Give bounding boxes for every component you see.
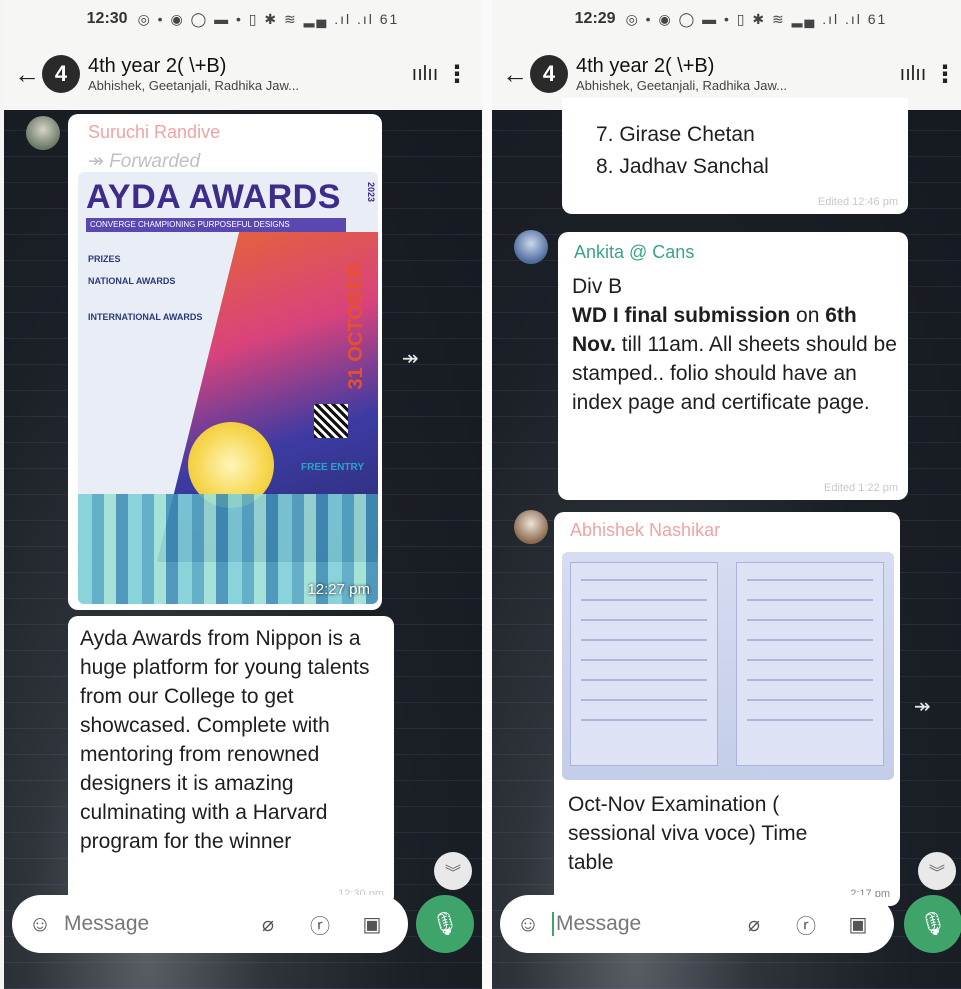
poster-tagline: CONVERGE CHAMPIONING PURPOSEFUL DESIGNS [86,218,346,232]
camera-icon[interactable]: ▣ [346,912,398,937]
chat-header: ← 4 4th year 2( \+B) Abhishek, Geetanjal… [4,38,482,110]
mic-button[interactable]: 🎙 [904,895,961,953]
attach-icon[interactable]: ⌀ [242,912,294,937]
text-message-bubble[interactable]: Ayda Awards from Nippon is a huge platfo… [68,616,394,906]
status-time: 12:29 [574,10,616,27]
voice-chat-icon[interactable]: ıılıı [408,63,442,86]
list-message-bubble[interactable]: 7. Girase Chetan 8. Jadhav Sanchal Edite… [562,98,908,214]
emoji-icon[interactable]: ☺ [510,911,546,937]
scroll-down-button[interactable]: ︾ [918,852,956,890]
right-phone-screen: 12:29 ◎ • ◉ ◯ ▬ • ▯ ✱ ≋ ▂▄ .ıl .ıl 61 ← … [492,0,961,989]
list-item: 8. Jadhav Sanchal [596,155,769,178]
message-text: Ayda Awards from Nippon is a huge platfo… [80,627,370,853]
chat-title: 4th year 2( \+B) [88,55,227,77]
ayda-awards-poster[interactable]: AYDA AWARDS CONVERGE CHAMPIONING PURPOSE… [78,172,378,604]
sender-avatar[interactable] [514,510,548,544]
status-bar: 12:30 ◎ • ◉ ◯ ▬ • ▯ ✱ ≋ ▂▄ .ıl .ıl 61 [4,0,482,38]
chevron-double-down-icon: ︾ [444,865,461,882]
poster-date: 31 OCTOBER [345,262,367,390]
chat-participants: Abhishek, Geetanjali, Radhika Jaw... [88,78,300,93]
group-avatar[interactable]: 4 [530,55,568,93]
poster-prizes: PRIZES [88,254,121,264]
message-input-bar[interactable]: ☺ Message ⌀ ⓡ ▣ [12,895,408,953]
message-input-bar[interactable]: ☺ Message ⌀ ⓡ ▣ [500,895,894,953]
notice-message-bubble[interactable]: Ankita @ Cans Div B WD I final submissio… [558,232,908,500]
chat-participants: Abhishek, Geetanjali, Radhika Jaw... [576,78,788,93]
sender-avatar[interactable] [26,116,60,150]
forward-icon[interactable]: ↠ [914,694,931,719]
poster-free-entry: FREE ENTRY [301,462,364,473]
mic-button[interactable]: 🎙 [416,895,474,953]
chevron-double-down-icon: ︾ [928,865,945,882]
list-item: 7. Girase Chetan [596,123,755,146]
mic-icon: 🎙 [431,911,459,936]
chat-header-info[interactable]: 4th year 2( \+B) Abhishek, Geetanjali, R… [576,55,896,93]
document-message-bubble[interactable]: Abhishek Nashikar Oct-Nov Examination ( … [554,512,900,906]
poster-qr-code [314,404,348,438]
message-time: 12:27 pm [307,581,370,598]
status-time: 12:30 [86,10,128,27]
poster-title: AYDA AWARDS [86,178,341,216]
message-time: Edited 12:46 pm [817,196,898,208]
emoji-icon[interactable]: ☺ [22,911,58,937]
chat-header-info[interactable]: 4th year 2( \+B) Abhishek, Geetanjali, R… [88,55,408,93]
message-text: Div B WD I final submission on 6th Nov. … [572,275,897,414]
attach-icon[interactable]: ⌀ [728,912,780,937]
status-icons: ◎ • ◉ ◯ ▬ • ▯ ✱ ≋ ▂▄ .ıl .ıl 61 [625,10,888,27]
forward-icon[interactable]: ↠ [402,346,419,371]
sender-avatar[interactable] [514,230,548,264]
message-time: Edited 1:22 pm [824,482,898,494]
mic-icon: 🎙 [919,911,947,936]
status-icons: ◎ • ◉ ◯ ▬ • ▯ ✱ ≋ ▂▄ .ıl .ıl 61 [137,10,400,27]
back-arrow-icon[interactable]: ← [502,59,530,90]
forwarded-icon: ↠ [88,151,110,172]
chat-title: 4th year 2( \+B) [576,55,715,77]
message-input[interactable]: Message [58,912,242,936]
poster-year: 2023 [366,182,376,203]
back-arrow-icon[interactable]: ← [14,59,42,90]
chat-area: Suruchi Randive ↠ Forwarded AYDA AWARDS … [4,110,482,989]
timetable-image[interactable] [562,552,894,780]
voice-chat-icon[interactable]: ıılıı [896,63,930,86]
group-avatar[interactable]: 4 [42,55,80,93]
poster-international-awards: INTERNATIONAL AWARDS [88,312,203,322]
camera-icon[interactable]: ▣ [832,912,884,937]
chat-area: 7. Girase Chetan 8. Jadhav Sanchal Edite… [492,98,961,989]
sender-name: Suruchi Randive [88,122,221,142]
sender-name: Ankita @ Cans [574,242,695,262]
payment-icon[interactable]: ⓡ [780,910,832,939]
message-text: Oct-Nov Examination ( sessional viva voc… [568,793,808,874]
message-input[interactable]: Message [546,912,728,937]
payment-icon[interactable]: ⓡ [294,910,346,939]
image-message-bubble[interactable]: Suruchi Randive ↠ Forwarded AYDA AWARDS … [68,114,382,610]
more-options-icon[interactable]: ⋮ [930,60,960,89]
forwarded-label: ↠ Forwarded [88,151,201,172]
scroll-down-button[interactable]: ︾ [434,852,472,890]
more-options-icon[interactable]: ⋮ [442,60,472,89]
poster-national-awards: NATIONAL AWARDS [88,276,176,286]
status-bar: 12:29 ◎ • ◉ ◯ ▬ • ▯ ✱ ≋ ▂▄ .ıl .ıl 61 [492,0,961,38]
sender-name: Abhishek Nashikar [570,520,721,540]
left-phone-screen: 12:30 ◎ • ◉ ◯ ▬ • ▯ ✱ ≋ ▂▄ .ıl .ıl 61 ← … [4,0,482,989]
